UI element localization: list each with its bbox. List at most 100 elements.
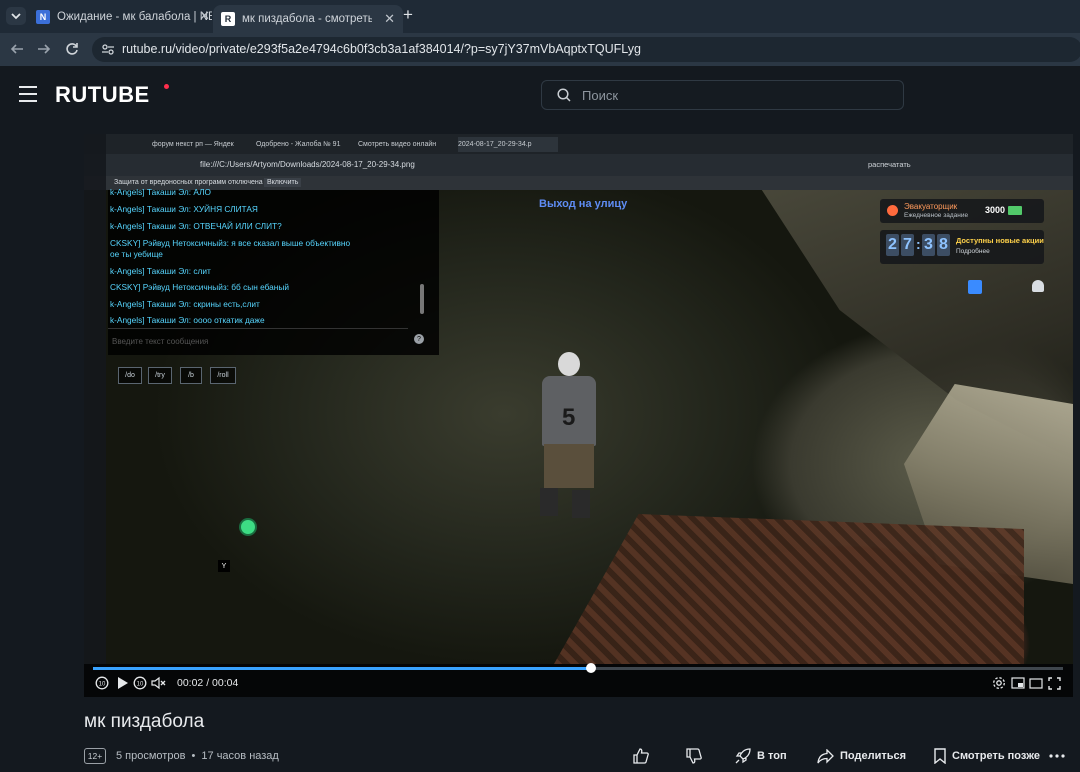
meta-separator: • <box>191 750 196 762</box>
forward-10-button[interactable]: 10 <box>132 675 148 691</box>
calendar-icon <box>968 280 982 294</box>
player-controls: 10 10 00:02 / 00:04 <box>84 663 1073 697</box>
settings-button[interactable] <box>991 675 1007 691</box>
more-button[interactable] <box>1049 748 1071 764</box>
share-label: Поделиться <box>840 750 907 762</box>
chat-line: k-Angels] Такаши Эл: ХУЙНЯ СЛИТАЯ <box>110 204 258 214</box>
recorded-warning-bar: Защита от вредоносных программ отключена… <box>84 176 1073 190</box>
timer-colon: : <box>916 236 921 252</box>
cmd-b: /b <box>180 367 202 384</box>
like-button[interactable] <box>633 748 655 764</box>
menu-icon[interactable] <box>19 86 37 107</box>
gear-icon <box>993 677 1005 689</box>
tab-title: Ожидание - мк балабола | NE <box>57 11 212 23</box>
site-info-icon[interactable] <box>101 43 115 56</box>
mute-button[interactable] <box>150 675 168 691</box>
rocket-icon <box>735 748 751 764</box>
bookmark-icon <box>934 748 946 764</box>
rewind-10-icon: 10 <box>95 676 109 690</box>
chat-line: CKSKY] Рэйвуд Нетоксичныйз: я все сказал… <box>110 238 351 248</box>
green-marker-icon <box>241 520 255 534</box>
back-button[interactable] <box>7 39 27 59</box>
search-icon <box>557 88 571 102</box>
chat-line: k-Angels] Такаши Эл: оооо откатик даже <box>110 315 265 325</box>
recorded-tab: форум некст рп — Яндек <box>152 141 234 148</box>
svg-text:10: 10 <box>99 682 106 688</box>
address-bar[interactable]: rutube.ru/video/private/e293f5a2e4794c6b… <box>92 37 1080 62</box>
forward-10-icon: 10 <box>133 676 147 690</box>
play-button[interactable] <box>115 675 131 691</box>
rewind-10-button[interactable]: 10 <box>94 675 110 691</box>
recorded-tab: Одобрено - Жалоба № 91 <box>256 141 341 148</box>
fullscreen-button[interactable] <box>1046 675 1062 691</box>
game-chat: k-Angels] Такаши Эл: АЛО k-Angels] Такаш… <box>108 187 439 355</box>
chat-line: CKSKY] Рэйвуд Нетоксичныйз: бб сын ебаны… <box>110 282 289 292</box>
more-dots-icon <box>1049 754 1065 758</box>
browser-tab-1[interactable]: N Ожидание - мк балабола | NE ✕ <box>36 5 212 29</box>
nextrp-icon: N <box>36 10 50 24</box>
chat-line: ое ты уебище <box>110 249 163 259</box>
browser-toolbar: rutube.ru/video/private/e293f5a2e4794c6b… <box>0 33 1080 66</box>
svg-text:10: 10 <box>137 682 144 688</box>
recorded-sidebar <box>84 134 106 664</box>
progress-handle[interactable] <box>585 663 596 673</box>
watch-later-button[interactable]: Смотреть позже <box>934 748 1040 764</box>
watch-later-label: Смотреть позже <box>952 750 1040 762</box>
progress-bar[interactable] <box>93 663 1063 673</box>
chat-help-icon: ? <box>414 334 424 344</box>
player-tag: Y <box>218 560 230 572</box>
progress-fill <box>93 667 591 670</box>
tab-list-button[interactable] <box>6 7 26 25</box>
age-rating-badge: 12+ <box>84 748 106 764</box>
recorded-address-bar: file:///C:/Users/Artyom/Downloads/2024-0… <box>84 154 1073 176</box>
recorded-translate: распечатать <box>868 160 911 169</box>
arrow-left-icon <box>10 44 23 54</box>
browser-tab-2-active[interactable]: R мк пиздабола - смотреть виде ✕ <box>213 5 403 33</box>
video-player[interactable]: 5 Y форум некст рп — Яндек Одобрено - Жа… <box>84 134 1073 697</box>
evac-quest-panel: Эвакуаторщик Ежедневное задание 3000 <box>880 199 1044 223</box>
chat-line: k-Angels] Такаши Эл: ОТВЕЧАЙ ИЛИ СЛИТ? <box>110 221 282 231</box>
tab-title: мк пиздабола - смотреть виде <box>242 13 372 25</box>
promo-timer-panel: 2 7 3 8 : Доступны новые акции Подробнее <box>880 230 1044 264</box>
chevron-down-icon <box>11 13 21 20</box>
share-arrow-icon <box>817 748 834 764</box>
time-display: 00:02 / 00:04 <box>177 677 239 689</box>
carpet-shape <box>554 514 1024 664</box>
browser-tab-strip: N Ожидание - мк балабола | NE ✕ R мк пиз… <box>0 0 1080 33</box>
timer-digit: 2 <box>886 234 899 256</box>
reload-button[interactable] <box>62 39 82 59</box>
new-tab-button[interactable]: + <box>403 5 413 25</box>
dislike-button[interactable] <box>686 748 708 764</box>
theater-icon <box>1029 677 1043 689</box>
search-input[interactable]: Поиск <box>541 80 904 110</box>
player-character: 5 <box>532 352 604 522</box>
published-ago: 17 часов назад <box>201 750 279 762</box>
volume-muted-icon <box>151 676 166 690</box>
theater-button[interactable] <box>1028 675 1044 691</box>
close-tab-icon[interactable]: ✕ <box>199 8 210 24</box>
video-title: мк пиздабола <box>84 711 205 732</box>
site-header: RUTUBE Поиск <box>0 66 1080 123</box>
chat-line: k-Angels] Такаши Эл: АЛО <box>110 187 211 197</box>
rutube-logo[interactable]: RUTUBE <box>55 82 150 108</box>
top-label: В топ <box>757 750 787 762</box>
reload-icon <box>66 43 78 55</box>
chat-line: k-Angels] Такаши Эл: скрины есть,слит <box>110 299 260 309</box>
forward-button[interactable] <box>34 39 54 59</box>
share-button[interactable]: Поделиться <box>817 748 906 764</box>
search-placeholder: Поиск <box>582 88 619 103</box>
thumbs-down-icon <box>686 748 702 764</box>
top-button[interactable]: В топ <box>735 748 787 764</box>
money-icon <box>1008 206 1022 215</box>
close-tab-icon[interactable]: ✕ <box>384 11 395 27</box>
cmd-roll: /roll <box>210 367 236 384</box>
arrow-right-icon <box>38 44 51 54</box>
recorded-tab-bar: форум некст рп — Яндек Одобрено - Жалоба… <box>84 134 1073 154</box>
miniplayer-button[interactable] <box>1010 675 1026 691</box>
logo-dot <box>164 84 169 89</box>
chat-input: Введите текст сообщения <box>108 328 408 353</box>
play-icon <box>118 677 128 689</box>
video-frame: 5 Y форум некст рп — Яндек Одобрено - Жа… <box>84 134 1073 664</box>
fullscreen-icon <box>1047 676 1061 690</box>
cmd-do: /do <box>118 367 142 384</box>
